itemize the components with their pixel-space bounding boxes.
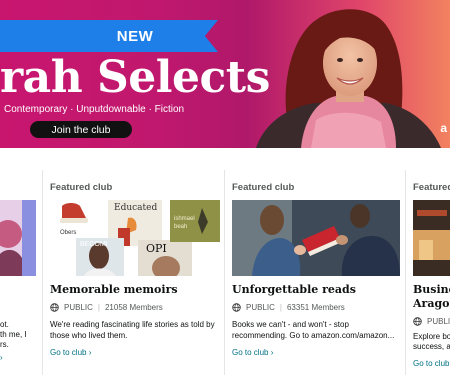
banner-tagline: Contemporary · Unputdownable · Fiction	[4, 104, 185, 115]
club-title[interactable]: Busines	[413, 283, 450, 296]
go-to-club-link[interactable]: Go to club ›	[232, 348, 273, 357]
club-title[interactable]: Aragon	[413, 297, 450, 310]
meta-separator: |	[97, 303, 100, 312]
svg-text:BECOMI: BECOMI	[80, 241, 108, 248]
meta-separator: |	[279, 303, 282, 312]
svg-text:beah: beah	[174, 224, 187, 230]
new-ribbon-label: NEW	[116, 27, 154, 45]
club-card-unforgettable-reads[interactable]: Featured club Unforgettable reads PUBLIC…	[225, 170, 405, 375]
club-cover-collage: Obers Educated BECOMI OPI ishmael beah	[60, 200, 220, 276]
club-desc-fragment: th me, I	[0, 330, 27, 339]
amazon-logo: a	[440, 121, 447, 135]
host-photo	[256, 9, 441, 148]
svg-text:OPI: OPI	[146, 242, 167, 255]
svg-text:ishmael: ishmael	[174, 216, 195, 222]
club-meta: PUBLIC	[413, 317, 450, 326]
globe-icon	[232, 303, 241, 312]
club-description: success, an	[413, 342, 450, 351]
globe-icon	[413, 317, 422, 326]
join-club-button[interactable]: Join the club	[30, 121, 132, 138]
club-card-partial-right[interactable]: Featured Busines Aragon PUBLIC Explore b…	[406, 170, 450, 375]
new-ribbon: NEW	[0, 20, 218, 52]
featured-club-label: Featured club	[50, 182, 113, 193]
club-description: Books we can't - and won't - stop recomm…	[232, 320, 395, 340]
featured-club-label: Featured	[413, 182, 450, 193]
club-meta: PUBLIC | 21058 Members	[50, 303, 163, 312]
member-count: 63351 Members	[286, 303, 345, 312]
club-description: We're reading fascinating life stories a…	[50, 320, 215, 340]
club-desc-fragment: rs.	[0, 340, 9, 349]
svg-text:Obers: Obers	[60, 230, 76, 236]
club-meta: PUBLIC | 63351 Members	[232, 303, 345, 312]
club-card-memorable-memoirs[interactable]: Featured club Obers Educated BECOMI OPI …	[43, 170, 223, 375]
go-to-club-link[interactable]: Go to club ›	[50, 348, 91, 357]
club-card-partial-left[interactable]: ot. th me, I rs. ›	[0, 170, 42, 375]
go-to-club-link[interactable]: ›	[0, 353, 3, 362]
club-title[interactable]: Memorable memoirs	[50, 283, 178, 296]
club-description: Explore bo	[413, 332, 450, 341]
club-cover-photo	[232, 200, 400, 276]
globe-icon	[50, 303, 59, 312]
banner-bottom-strip	[0, 148, 450, 170]
featured-clubs-row: ot. th me, I rs. › Featured club Obers E…	[0, 170, 450, 375]
banner-title: rah Selects	[0, 52, 270, 103]
hero-banner[interactable]: NEW rah Selects Contemporary · Unputdown…	[0, 0, 450, 148]
visibility-label: PUBLIC	[427, 317, 450, 326]
club-cover-image	[0, 200, 36, 276]
svg-text:Educated: Educated	[114, 203, 157, 213]
member-count: 21058 Members	[104, 303, 163, 312]
visibility-label: PUBLIC	[64, 303, 93, 312]
go-to-club-link[interactable]: Go to club	[413, 359, 449, 368]
featured-club-label: Featured club	[232, 182, 295, 193]
club-desc-fragment: ot.	[0, 320, 9, 329]
club-cover-photo	[413, 200, 450, 276]
visibility-label: PUBLIC	[246, 303, 275, 312]
club-title[interactable]: Unforgettable reads	[232, 283, 356, 296]
